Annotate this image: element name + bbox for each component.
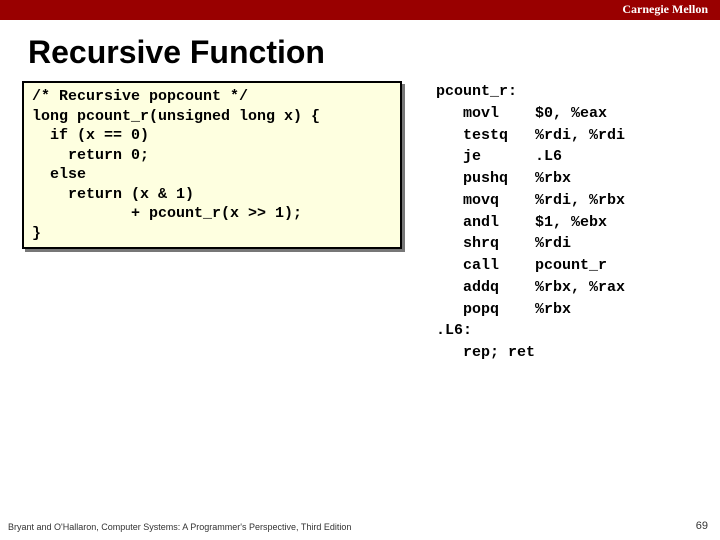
- brand: Carnegie Mellon: [622, 2, 708, 16]
- c-code: /* Recursive popcount */ long pcount_r(u…: [22, 81, 402, 249]
- asm-code: pcount_r: movl $0, %eax testq %rdi, %rdi…: [436, 81, 625, 364]
- content-row: /* Recursive popcount */ long pcount_r(u…: [0, 81, 720, 364]
- top-bar: Carnegie Mellon: [0, 0, 720, 20]
- footer-citation: Bryant and O'Hallaron, Computer Systems:…: [8, 522, 351, 532]
- page-number: 69: [696, 520, 708, 532]
- slide-title: Recursive Function: [28, 34, 720, 71]
